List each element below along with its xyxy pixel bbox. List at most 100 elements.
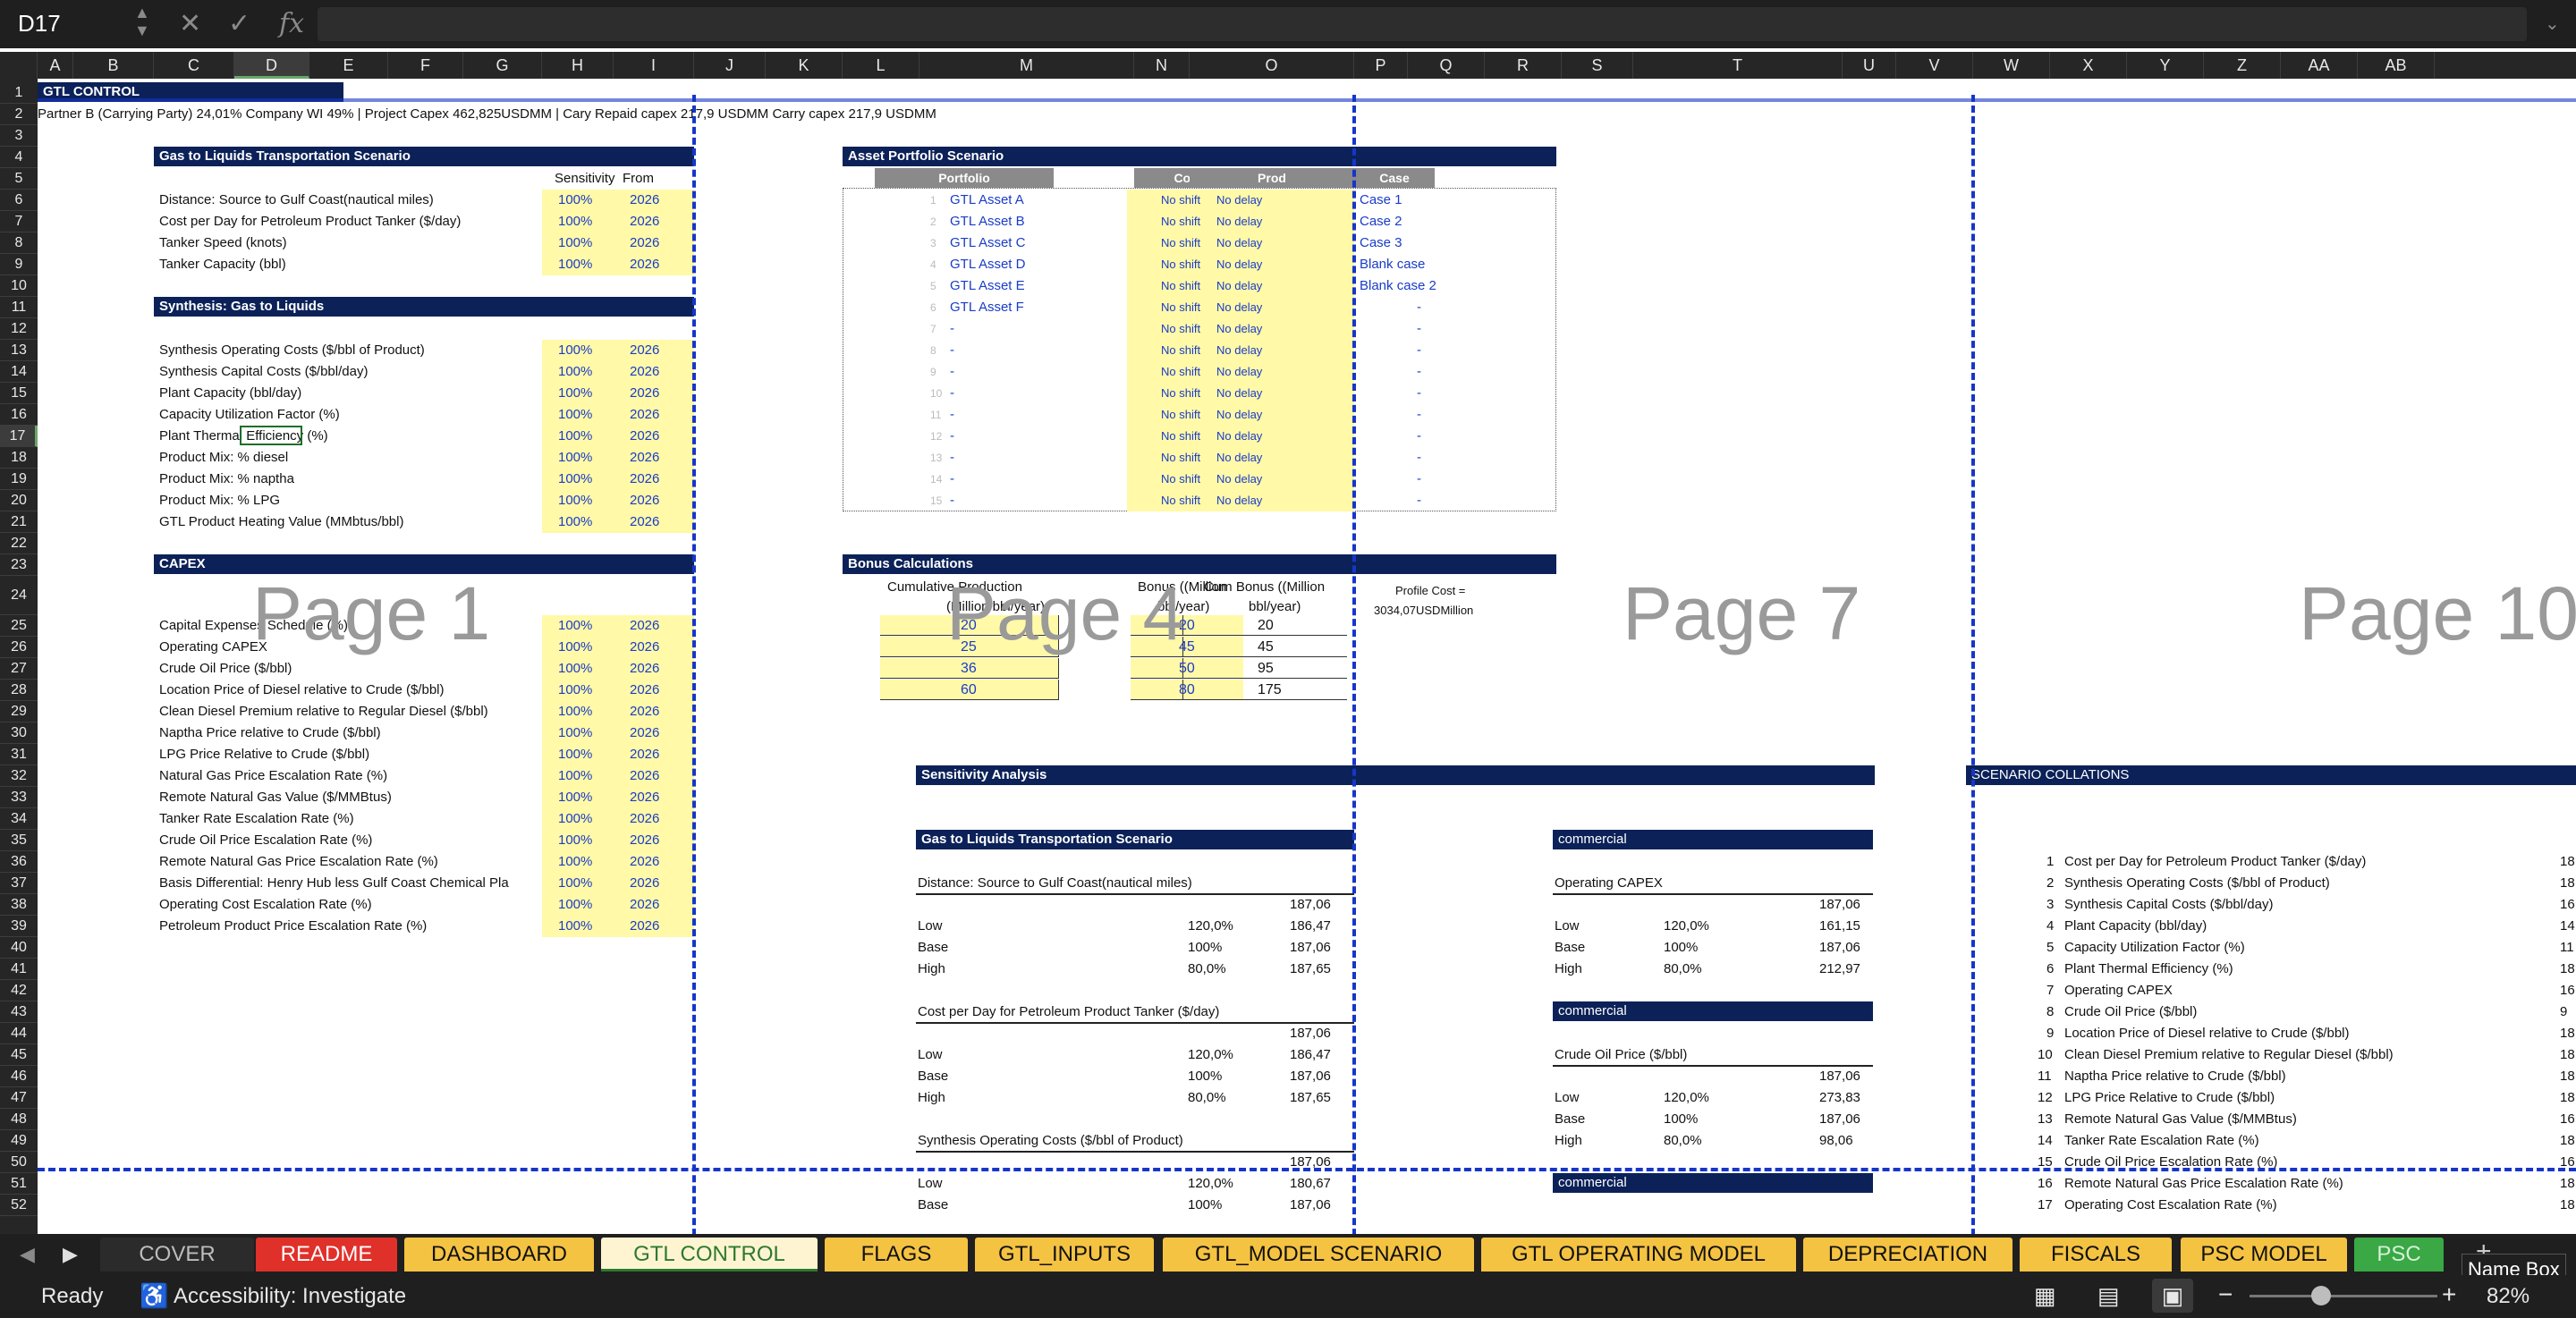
sensitivity-value[interactable]: 100% bbox=[558, 766, 592, 786]
column-header-s[interactable]: S bbox=[1562, 52, 1633, 79]
column-header-j[interactable]: J bbox=[694, 52, 766, 79]
row-header-38[interactable]: 38 bbox=[0, 894, 38, 916]
portfolio-asset-name[interactable]: - bbox=[950, 469, 954, 489]
portfolio-case[interactable]: Case 1 bbox=[1360, 190, 1402, 210]
portfolio-case[interactable]: Blank case bbox=[1360, 255, 1425, 275]
row-header-45[interactable]: 45 bbox=[0, 1044, 38, 1066]
row-header-37[interactable]: 37 bbox=[0, 873, 38, 894]
row-header-20[interactable]: 20 bbox=[0, 490, 38, 511]
sheet-tab-gtl-control[interactable]: GTL CONTROL bbox=[601, 1238, 818, 1272]
from-year[interactable]: 2026 bbox=[630, 190, 659, 210]
portfolio-case[interactable]: Case 2 bbox=[1360, 212, 1402, 232]
from-year[interactable]: 2026 bbox=[630, 788, 659, 807]
sensitivity-value[interactable]: 100% bbox=[558, 362, 592, 382]
sensitivity-value[interactable]: 100% bbox=[558, 659, 592, 679]
row-header-26[interactable]: 26 bbox=[0, 637, 38, 658]
row-header-43[interactable]: 43 bbox=[0, 1001, 38, 1023]
row-header-11[interactable]: 11 bbox=[0, 297, 38, 318]
normal-view-icon[interactable]: ▦ bbox=[2034, 1282, 2056, 1310]
portfolio-asset-name[interactable]: - bbox=[950, 448, 954, 468]
row-header-3[interactable]: 3 bbox=[0, 125, 38, 147]
from-year[interactable]: 2026 bbox=[630, 680, 659, 700]
portfolio-case[interactable]: - bbox=[1417, 384, 1421, 403]
row-header-48[interactable]: 48 bbox=[0, 1109, 38, 1130]
row-header-44[interactable]: 44 bbox=[0, 1023, 38, 1044]
portfolio-case[interactable]: Case 3 bbox=[1360, 233, 1402, 253]
portfolio-asset-name[interactable]: - bbox=[950, 341, 954, 360]
portfolio-prod-delay[interactable]: No delay bbox=[1216, 233, 1262, 253]
from-year[interactable]: 2026 bbox=[630, 917, 659, 936]
portfolio-cost-shift[interactable]: No shift bbox=[1161, 362, 1200, 382]
portfolio-prod-delay[interactable]: No delay bbox=[1216, 319, 1262, 339]
portfolio-cost-shift[interactable]: No shift bbox=[1161, 448, 1200, 468]
portfolio-asset-name[interactable]: GTL Asset B bbox=[950, 212, 1025, 232]
column-header-ab[interactable]: AB bbox=[2358, 52, 2435, 79]
column-header-p[interactable]: P bbox=[1354, 52, 1408, 79]
column-header-e[interactable]: E bbox=[309, 52, 388, 79]
from-year[interactable]: 2026 bbox=[630, 512, 659, 532]
column-header-n[interactable]: N bbox=[1134, 52, 1190, 79]
row-header-39[interactable]: 39 bbox=[0, 916, 38, 937]
row-header-32[interactable]: 32 bbox=[0, 765, 38, 787]
accessibility-status[interactable]: Accessibility: Investigate bbox=[174, 1284, 406, 1309]
row-header-2[interactable]: 2 bbox=[0, 104, 38, 125]
name-box-stepper-down-icon[interactable]: ▼ bbox=[134, 21, 150, 39]
sensitivity-value[interactable]: 100% bbox=[558, 469, 592, 489]
portfolio-cost-shift[interactable]: No shift bbox=[1161, 255, 1200, 275]
row-header-4[interactable]: 4 bbox=[0, 147, 38, 168]
sheet-tab-fiscals[interactable]: FISCALS bbox=[2020, 1238, 2172, 1272]
from-year[interactable]: 2026 bbox=[630, 427, 659, 446]
sensitivity-value[interactable]: 100% bbox=[558, 491, 592, 511]
portfolio-cost-shift[interactable]: No shift bbox=[1161, 212, 1200, 232]
zoom-slider-track[interactable] bbox=[2250, 1295, 2437, 1297]
row-header-49[interactable]: 49 bbox=[0, 1130, 38, 1152]
sheet-tab-gtl-inputs[interactable]: GTL_INPUTS bbox=[975, 1238, 1154, 1272]
portfolio-prod-delay[interactable]: No delay bbox=[1216, 491, 1262, 511]
row-header-50[interactable]: 50 bbox=[0, 1152, 38, 1173]
sensitivity-value[interactable]: 100% bbox=[558, 405, 592, 425]
from-year[interactable]: 2026 bbox=[630, 638, 659, 657]
column-header-m[interactable]: M bbox=[919, 52, 1134, 79]
column-header-i[interactable]: I bbox=[614, 52, 694, 79]
from-year[interactable]: 2026 bbox=[630, 233, 659, 253]
sensitivity-value[interactable]: 100% bbox=[558, 874, 592, 893]
column-header-aa[interactable]: AA bbox=[2281, 52, 2358, 79]
column-header-x[interactable]: X bbox=[2050, 52, 2127, 79]
row-header-33[interactable]: 33 bbox=[0, 787, 38, 808]
row-header-7[interactable]: 7 bbox=[0, 211, 38, 232]
column-header-z[interactable]: Z bbox=[2204, 52, 2281, 79]
sensitivity-value[interactable]: 100% bbox=[558, 638, 592, 657]
portfolio-prod-delay[interactable]: No delay bbox=[1216, 469, 1262, 489]
portfolio-asset-name[interactable]: - bbox=[950, 384, 954, 403]
from-year[interactable]: 2026 bbox=[630, 766, 659, 786]
from-year[interactable]: 2026 bbox=[630, 702, 659, 722]
row-header-36[interactable]: 36 bbox=[0, 851, 38, 873]
sheet-tab-depreciation[interactable]: DEPRECIATION bbox=[1803, 1238, 2012, 1272]
column-header-w[interactable]: W bbox=[1973, 52, 2050, 79]
from-year[interactable]: 2026 bbox=[630, 831, 659, 850]
portfolio-case[interactable]: - bbox=[1417, 427, 1421, 446]
portfolio-asset-name[interactable]: GTL Asset C bbox=[950, 233, 1025, 253]
sensitivity-value[interactable]: 100% bbox=[558, 255, 592, 275]
portfolio-prod-delay[interactable]: No delay bbox=[1216, 362, 1262, 382]
portfolio-prod-delay[interactable]: No delay bbox=[1216, 448, 1262, 468]
row-header-10[interactable]: 10 bbox=[0, 275, 38, 297]
row-header-6[interactable]: 6 bbox=[0, 190, 38, 211]
sensitivity-value[interactable]: 100% bbox=[558, 427, 592, 446]
column-header-o[interactable]: O bbox=[1190, 52, 1354, 79]
portfolio-cost-shift[interactable]: No shift bbox=[1161, 276, 1200, 296]
sensitivity-value[interactable]: 100% bbox=[558, 233, 592, 253]
row-header-25[interactable]: 25 bbox=[0, 615, 38, 637]
formula-input[interactable] bbox=[318, 7, 2527, 41]
row-header-29[interactable]: 29 bbox=[0, 701, 38, 722]
row-header-15[interactable]: 15 bbox=[0, 383, 38, 404]
portfolio-case[interactable]: - bbox=[1417, 362, 1421, 382]
sensitivity-value[interactable]: 100% bbox=[558, 809, 592, 829]
from-year[interactable]: 2026 bbox=[630, 491, 659, 511]
from-year[interactable]: 2026 bbox=[630, 405, 659, 425]
portfolio-cost-shift[interactable]: No shift bbox=[1161, 384, 1200, 403]
portfolio-cost-shift[interactable]: No shift bbox=[1161, 491, 1200, 511]
page-break-view-icon[interactable]: ▣ bbox=[2152, 1279, 2193, 1313]
row-header-14[interactable]: 14 bbox=[0, 361, 38, 383]
from-year[interactable]: 2026 bbox=[630, 341, 659, 360]
